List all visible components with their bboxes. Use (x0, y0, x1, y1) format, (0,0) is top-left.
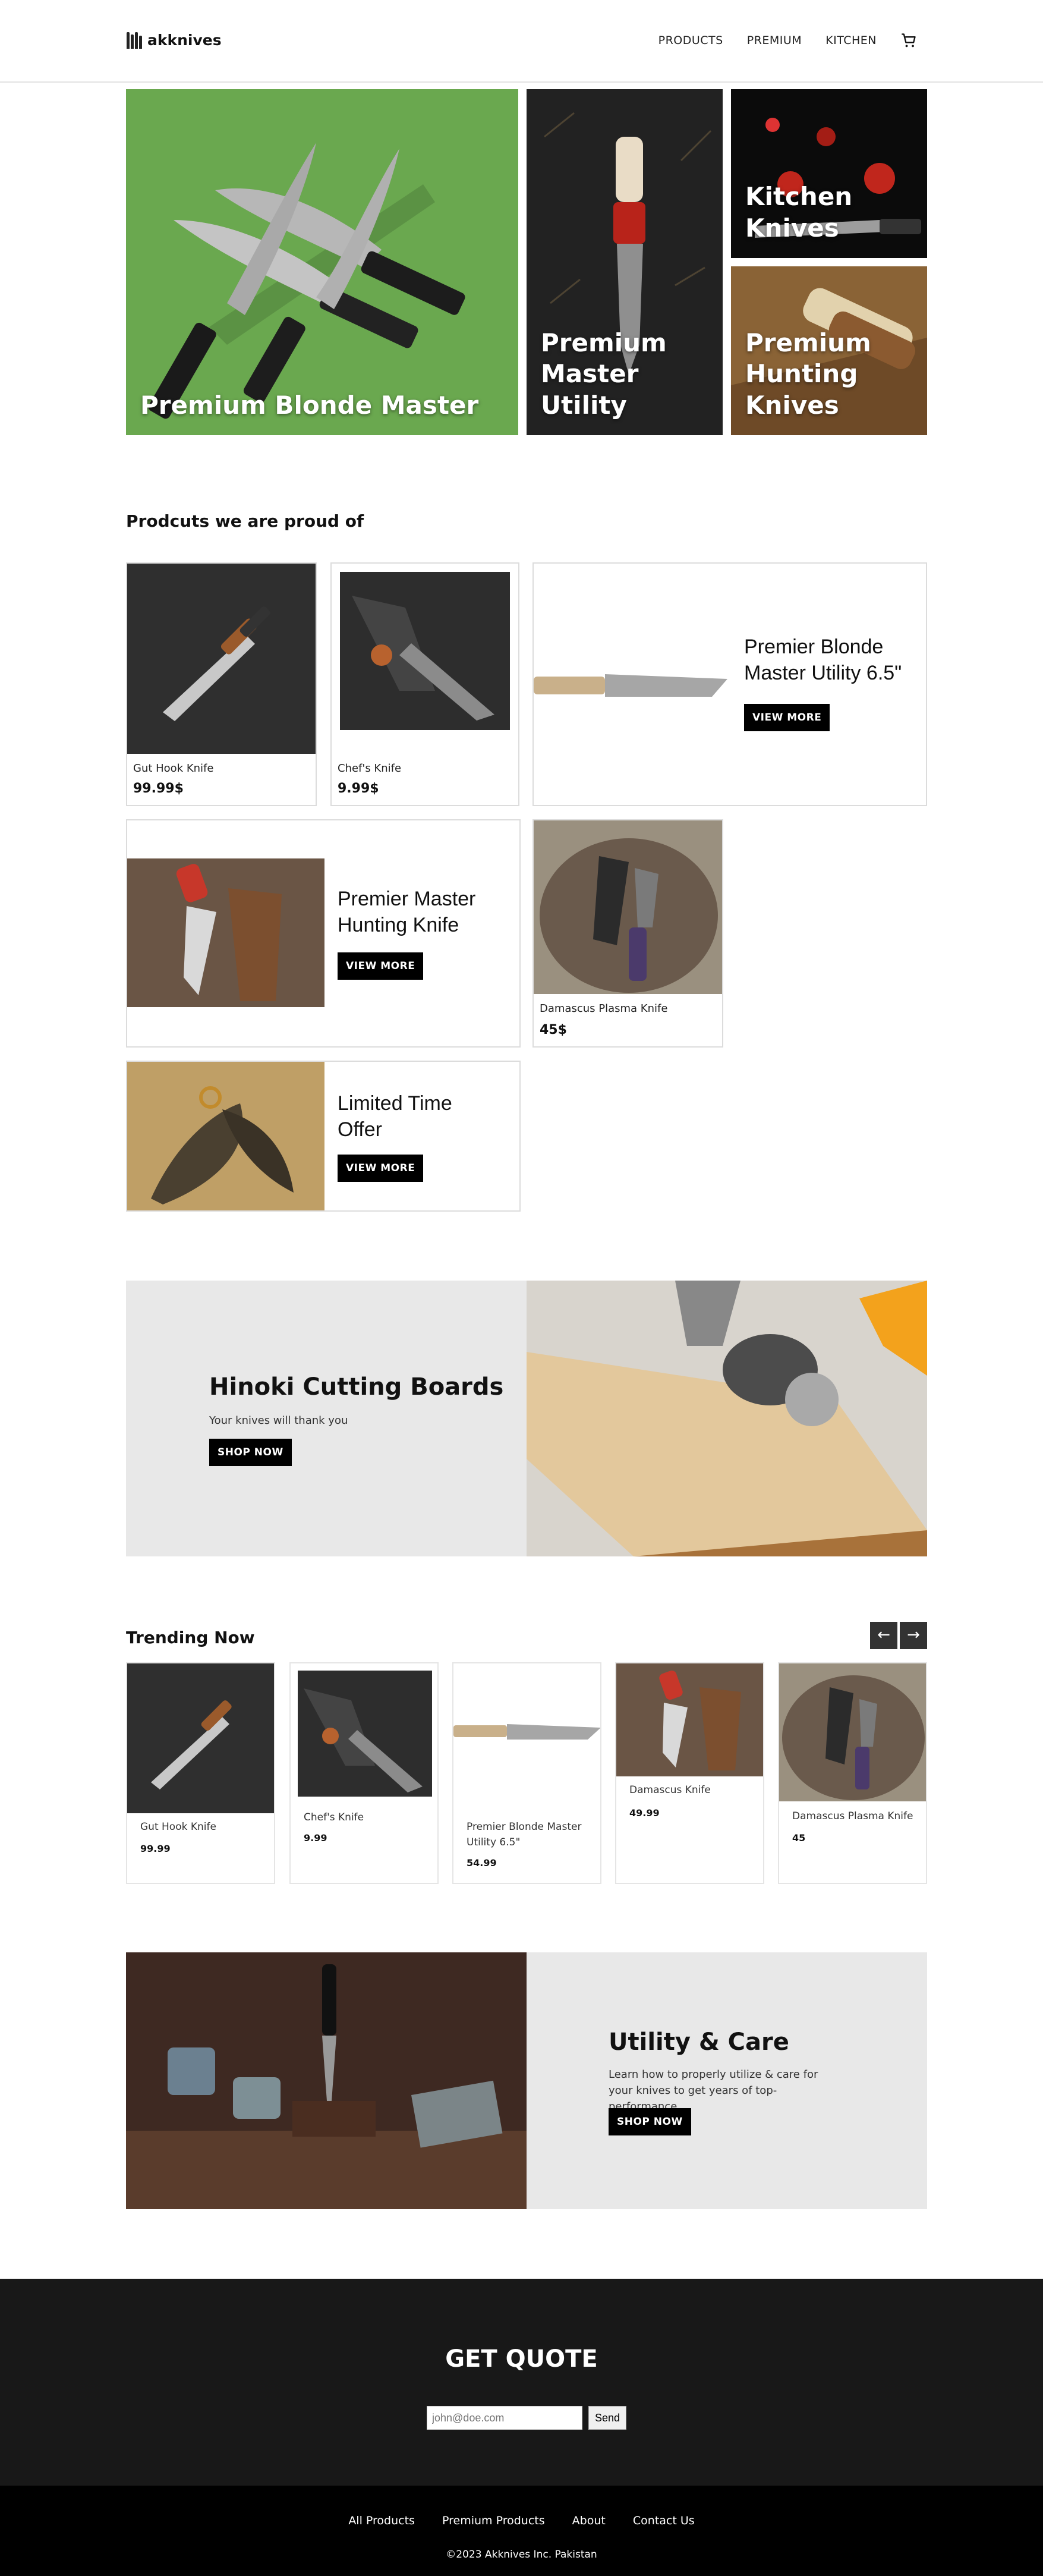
hinoki-banner: Hinoki Cutting Boards Your knives will t… (126, 1281, 927, 1556)
blonde-utility-knife-image (453, 1724, 600, 1740)
hinoki-subtitle: Your knives will thank you (209, 1414, 348, 1427)
feature-title: Premier Master Hunting Knife (338, 888, 476, 937)
trending-name: Chef's Knife (304, 1811, 364, 1823)
cart-icon[interactable] (900, 32, 917, 49)
proud-section-title: Prodcuts we are proud of (126, 511, 364, 531)
brand-name: akknives (147, 31, 222, 49)
trending-card[interactable]: Damascus Knife 49.99 (615, 1662, 764, 1884)
product-price: 45$ (540, 1023, 567, 1037)
feature-title: Premier Blonde Master Utility 6.5" (744, 636, 902, 685)
hero-tile-blonde-master[interactable]: Premium Blonde Master (126, 89, 518, 435)
feature-card-hunting[interactable]: Premier Master Hunting Knife VIEW MORE (126, 819, 521, 1048)
hero-label: Premium Blonde Master (140, 390, 479, 420)
product-image (127, 1062, 324, 1210)
quote-title: GET QUOTE (445, 2345, 598, 2373)
blonde-utility-knife-image (534, 674, 727, 697)
shop-now-button[interactable]: SHOP NOW (209, 1439, 292, 1466)
nav-products[interactable]: PRODUCTS (658, 34, 723, 47)
product-image (127, 564, 316, 754)
footer-link-contact[interactable]: Contact Us (633, 2514, 695, 2527)
product-price: 99.99$ (133, 781, 184, 796)
product-image (534, 820, 722, 994)
trending-name: Gut Hook Knife (140, 1821, 216, 1833)
hero-tile-kitchen[interactable]: Kitchen Knives (731, 89, 927, 258)
care-title: Utility & Care (609, 2028, 789, 2056)
hero-label: Kitchen Knives (745, 182, 853, 243)
trending-name: Premier Blonde Master Utility 6.5" (467, 1821, 582, 1849)
nav-kitchen[interactable]: KITCHEN (825, 34, 877, 47)
footer-link-about[interactable]: About (572, 2514, 606, 2527)
product-card-gut-hook[interactable]: Gut Hook Knife 99.99$ (126, 562, 317, 806)
chefs-knife-image (298, 1671, 432, 1797)
gut-hook-knife-image (127, 564, 316, 754)
knives-logo-icon (126, 31, 144, 49)
nav-premium[interactable]: PREMIUM (747, 34, 802, 47)
trending-price: 54.99 (467, 1857, 497, 1869)
hero-label: Premium Hunting Knives (745, 328, 871, 420)
cutting-board-image (527, 1281, 927, 1556)
product-price: 9.99$ (338, 781, 379, 796)
product-card-chefs-knife[interactable]: Chef's Knife 9.99$ (330, 562, 519, 806)
hero-label: Premium Master Utility (541, 328, 667, 420)
view-more-button[interactable]: VIEW MORE (744, 704, 830, 731)
trending-title: Trending Now (126, 1628, 255, 1647)
hunting-knife-image (127, 858, 324, 1007)
product-name: Chef's Knife (338, 762, 402, 775)
trending-price: 9.99 (304, 1832, 327, 1844)
quote-section: GET QUOTE Send (0, 2279, 1043, 2486)
prev-arrow-button[interactable]: ← (870, 1622, 897, 1649)
product-name: Damascus Plasma Knife (540, 1002, 668, 1015)
trending-name: Damascus Knife (629, 1784, 711, 1796)
site-footer: All Products Premium Products About Cont… (0, 2486, 1043, 2576)
hero-tile-master-utility[interactable]: Premium Master Utility (527, 89, 723, 435)
copyright: ©2023 Akknives Inc. Pakistan (446, 2549, 597, 2561)
trending-price: 99.99 (140, 1843, 171, 1854)
hinoki-title: Hinoki Cutting Boards (209, 1373, 504, 1401)
footer-links: All Products Premium Products About Cont… (0, 2514, 1043, 2527)
damascus-plasma-knife-image (779, 1663, 926, 1801)
product-name: Gut Hook Knife (133, 762, 214, 775)
send-button[interactable]: Send (588, 2406, 626, 2430)
damascus-knife-image (616, 1663, 763, 1776)
trending-card[interactable]: Chef's Knife 9.99 (289, 1662, 439, 1884)
footer-link-all-products[interactable]: All Products (348, 2514, 415, 2527)
damascus-plasma-knife-image (534, 820, 722, 994)
feature-card-blonde-utility[interactable]: Premier Blonde Master Utility 6.5" VIEW … (532, 562, 927, 806)
product-image (340, 572, 510, 730)
trending-card[interactable]: Gut Hook Knife 99.99 (126, 1662, 275, 1884)
chefs-knife-image (340, 572, 510, 730)
product-card-damascus-plasma[interactable]: Damascus Plasma Knife 45$ (532, 819, 723, 1048)
care-banner: Utility & Care Learn how to properly uti… (126, 1952, 927, 2209)
next-arrow-button[interactable]: → (900, 1622, 927, 1649)
trending-name: Damascus Plasma Knife (792, 1810, 913, 1822)
feature-title: Limited Time Offer (338, 1092, 452, 1141)
folding-knife-image (127, 1062, 324, 1210)
gut-hook-knife-image (127, 1663, 274, 1813)
crossed-knives-image (148, 143, 465, 419)
site-header: akknives PRODUCTS PREMIUM KITCHEN (0, 0, 1043, 83)
trending-card[interactable]: Damascus Plasma Knife 45 (778, 1662, 927, 1884)
feature-card-limited-offer[interactable]: Limited Time Offer VIEW MORE (126, 1061, 521, 1212)
footer-link-premium-products[interactable]: Premium Products (442, 2514, 545, 2527)
care-subtitle: Learn how to properly utilize & care for… (609, 2068, 818, 2113)
email-input[interactable] (427, 2406, 582, 2430)
hero-tile-hunting[interactable]: Premium Hunting Knives (731, 266, 927, 435)
main-nav: PRODUCTS PREMIUM KITCHEN (658, 32, 917, 49)
knife-on-chocolate-image (126, 1952, 527, 2209)
view-more-button[interactable]: VIEW MORE (338, 1155, 424, 1182)
trending-price: 45 (792, 1832, 806, 1844)
logo[interactable]: akknives (126, 31, 222, 49)
product-image (127, 858, 324, 1007)
trending-card[interactable]: Premier Blonde Master Utility 6.5" 54.99 (452, 1662, 601, 1884)
shop-now-button[interactable]: SHOP NOW (609, 2108, 691, 2135)
view-more-button[interactable]: VIEW MORE (338, 952, 424, 980)
trending-price: 49.99 (629, 1807, 660, 1819)
